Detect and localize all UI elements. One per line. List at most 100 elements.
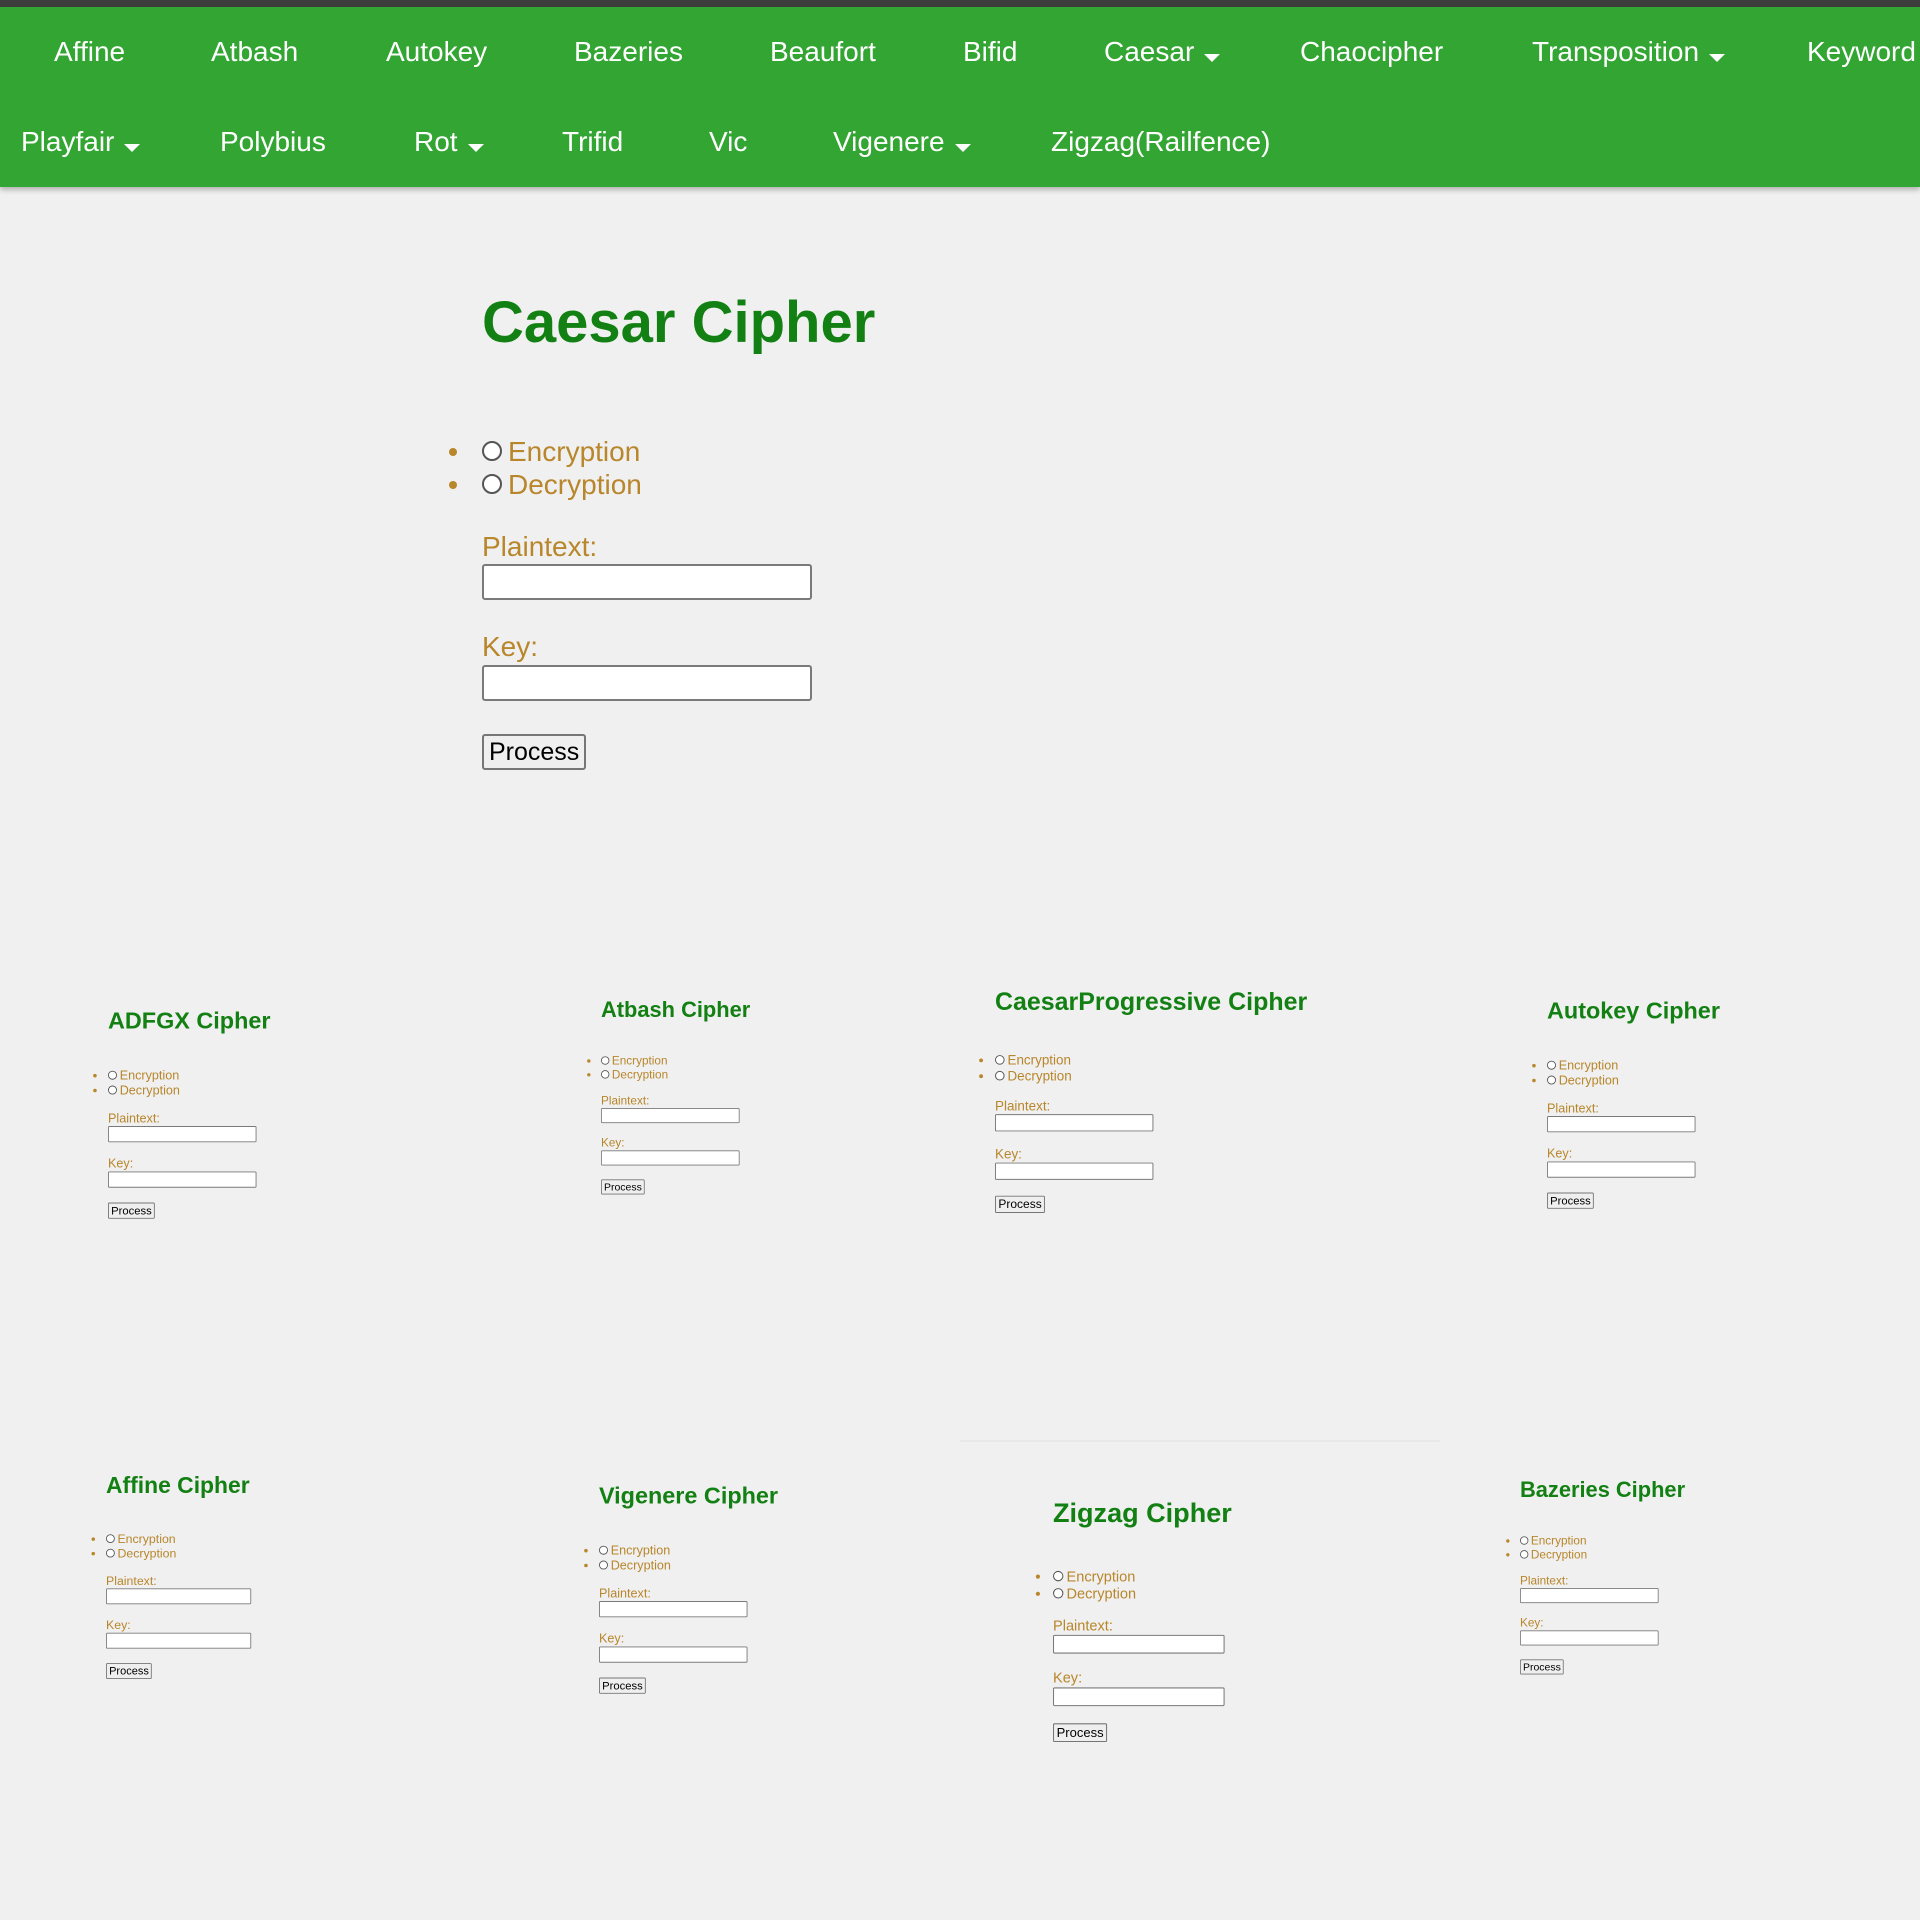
nav-label: Playfair <box>21 126 115 157</box>
nav-item-beaufort[interactable]: Beaufort <box>770 7 876 97</box>
key-label: Key: <box>108 1156 134 1171</box>
nav-item-keyword[interactable]: Keyword <box>1807 7 1916 97</box>
key-input[interactable] <box>995 1162 1154 1180</box>
encryption-radio[interactable] <box>106 1534 115 1543</box>
process-button[interactable]: Process <box>1053 1723 1108 1742</box>
process-button[interactable]: Process <box>106 1663 152 1679</box>
nav-item-rot[interactable]: Rot <box>414 97 484 187</box>
decryption-label: Decryption <box>1558 1073 1619 1088</box>
bullet-icon <box>979 1058 983 1063</box>
plaintext-input[interactable] <box>601 1107 740 1124</box>
nav-item-autokey[interactable]: Autokey <box>386 7 487 97</box>
key-input[interactable] <box>108 1171 257 1188</box>
mode-item-encryption: Encryption <box>1035 1568 1417 1585</box>
process-button[interactable]: Process <box>108 1202 155 1219</box>
key-input[interactable] <box>106 1632 252 1649</box>
decryption-radio[interactable] <box>482 473 502 494</box>
nav-item-caesar[interactable]: Caesar <box>1104 7 1221 97</box>
process-button[interactable]: Process <box>1547 1192 1594 1209</box>
key-input[interactable] <box>1547 1161 1696 1178</box>
bullet-icon <box>449 448 457 456</box>
thumbnail-title: CaesarProgressive Cipher <box>995 987 1308 1016</box>
key-input[interactable] <box>482 665 812 701</box>
nav-item-vic[interactable]: Vic <box>709 97 747 187</box>
decryption-radio[interactable] <box>601 1070 610 1079</box>
process-button[interactable]: Process <box>1520 1659 1564 1675</box>
key-label: Key: <box>1520 1616 1544 1630</box>
plaintext-label: Plaintext: <box>995 1098 1051 1114</box>
plaintext-input[interactable] <box>108 1126 257 1143</box>
process-button[interactable]: Process <box>482 734 587 770</box>
nav-item-vigenere[interactable]: Vigenere <box>833 97 971 187</box>
plaintext-input[interactable] <box>599 1601 748 1618</box>
nav-label: Zigzag(Railfence) <box>1051 126 1271 157</box>
nav-item-transposition[interactable]: Transposition <box>1532 7 1726 97</box>
encryption-radio[interactable] <box>599 1545 608 1555</box>
mode-item-decryption: Decryption <box>449 468 1182 501</box>
mode-item-decryption: Decryption <box>91 1546 414 1561</box>
encryption-radio[interactable] <box>108 1070 117 1080</box>
cipher-thumbnail-3: Autokey Cipher Encryption Decryption Pla… <box>1532 995 1862 1209</box>
cipher-thumbnail-4: Affine Cipher Encryption Decryption Plai… <box>91 1470 414 1679</box>
decryption-label: Decryption <box>1066 1585 1137 1602</box>
bullet-icon <box>93 1088 97 1093</box>
key-input[interactable] <box>601 1150 740 1166</box>
nav-item-chaocipher[interactable]: Chaocipher <box>1300 7 1443 97</box>
encryption-label: Encryption <box>610 1543 671 1558</box>
bullet-icon <box>979 1074 983 1079</box>
thumbnail-title: Zigzag Cipher <box>1053 1498 1232 1529</box>
mode-list: Encryption Decryption <box>1532 1058 1862 1088</box>
plaintext-input[interactable] <box>995 1114 1154 1132</box>
mode-item-decryption: Decryption <box>587 1068 895 1082</box>
key-input[interactable] <box>1520 1630 1659 1646</box>
caesar-cipher-widget: Caesar Cipher Encryption Decryption Plai… <box>449 288 1182 770</box>
cipher-thumbnail-6: Zigzag Cipher Encryption Decryption Plai… <box>1035 1495 1417 1742</box>
plaintext-input[interactable] <box>482 564 812 600</box>
key-label: Key: <box>1547 1146 1573 1161</box>
nav-item-affine[interactable]: Affine <box>54 7 125 97</box>
decryption-radio[interactable] <box>1547 1075 1556 1085</box>
key-input[interactable] <box>599 1646 748 1663</box>
process-button[interactable]: Process <box>601 1179 645 1195</box>
encryption-radio[interactable] <box>1520 1536 1529 1545</box>
nav-label: Bazeries <box>574 36 683 67</box>
decryption-radio[interactable] <box>1520 1550 1529 1559</box>
mode-item-encryption: Encryption <box>979 1052 1331 1068</box>
encryption-radio[interactable] <box>1053 1570 1064 1582</box>
nav-item-polybius[interactable]: Polybius <box>220 97 326 187</box>
nav-item-playfair[interactable]: Playfair <box>21 97 141 187</box>
nav-label: Beaufort <box>770 36 876 67</box>
decryption-radio[interactable] <box>995 1070 1005 1081</box>
nav-item-atbash[interactable]: Atbash <box>211 7 298 97</box>
nav-label: Polybius <box>220 126 326 157</box>
decryption-radio[interactable] <box>106 1548 115 1558</box>
caret-down-icon <box>1709 53 1726 62</box>
process-button[interactable]: Process <box>995 1195 1046 1213</box>
encryption-radio[interactable] <box>1547 1060 1556 1070</box>
nav-item-zigzag[interactable]: Zigzag(Railfence) <box>1051 97 1270 187</box>
thumbnail-title: Affine Cipher <box>106 1472 250 1499</box>
bullet-icon <box>1035 1574 1040 1579</box>
decryption-radio[interactable] <box>599 1560 608 1570</box>
nav-item-bazeries[interactable]: Bazeries <box>574 7 683 97</box>
nav-item-bifid[interactable]: Bifid <box>963 7 1017 97</box>
decryption-label: Decryption <box>119 1083 180 1098</box>
mode-item-encryption: Encryption <box>1506 1534 1814 1548</box>
plaintext-label: Plaintext: <box>1520 1574 1569 1588</box>
plaintext-input[interactable] <box>1053 1634 1225 1654</box>
nav-item-trifid[interactable]: Trifid <box>562 97 623 187</box>
cipher-thumbnail-7: Bazeries Cipher Encryption Decryption Pl… <box>1506 1475 1814 1675</box>
navbar-row-1: Affine Atbash Autokey Bazeries Beaufort … <box>0 7 1920 97</box>
plaintext-input[interactable] <box>1547 1116 1696 1133</box>
encryption-radio[interactable] <box>601 1056 610 1065</box>
encryption-radio[interactable] <box>995 1054 1005 1065</box>
decryption-radio[interactable] <box>1053 1587 1064 1599</box>
cipher-thumbnail-0: ADFGX Cipher Encryption Decryption Plain… <box>93 1005 423 1219</box>
key-input[interactable] <box>1053 1687 1225 1707</box>
process-button[interactable]: Process <box>599 1677 646 1694</box>
plaintext-input[interactable] <box>106 1588 252 1605</box>
decryption-label: Decryption <box>1007 1068 1072 1084</box>
plaintext-input[interactable] <box>1520 1587 1659 1604</box>
encryption-radio[interactable] <box>482 440 502 461</box>
decryption-radio[interactable] <box>108 1085 117 1095</box>
